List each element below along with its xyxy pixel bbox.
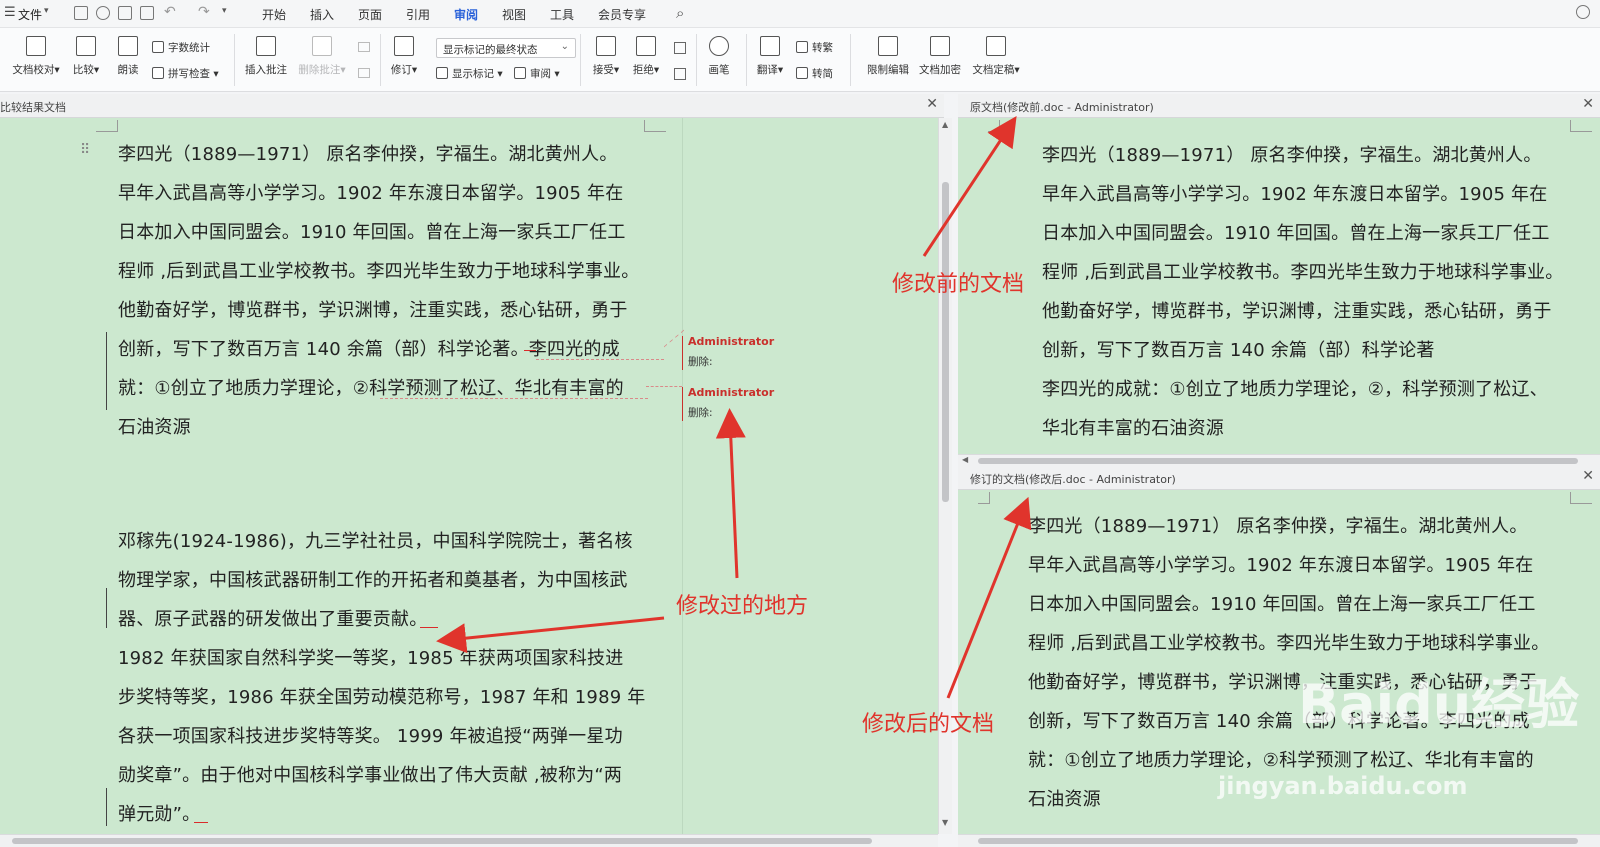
arrow-to-original: [922, 115, 1017, 257]
annotation-arrows: [436, 115, 1032, 699]
arrow-to-insertion: [436, 616, 665, 654]
arrow-to-comment: [715, 408, 746, 579]
arrow-to-revised: [946, 496, 1032, 699]
